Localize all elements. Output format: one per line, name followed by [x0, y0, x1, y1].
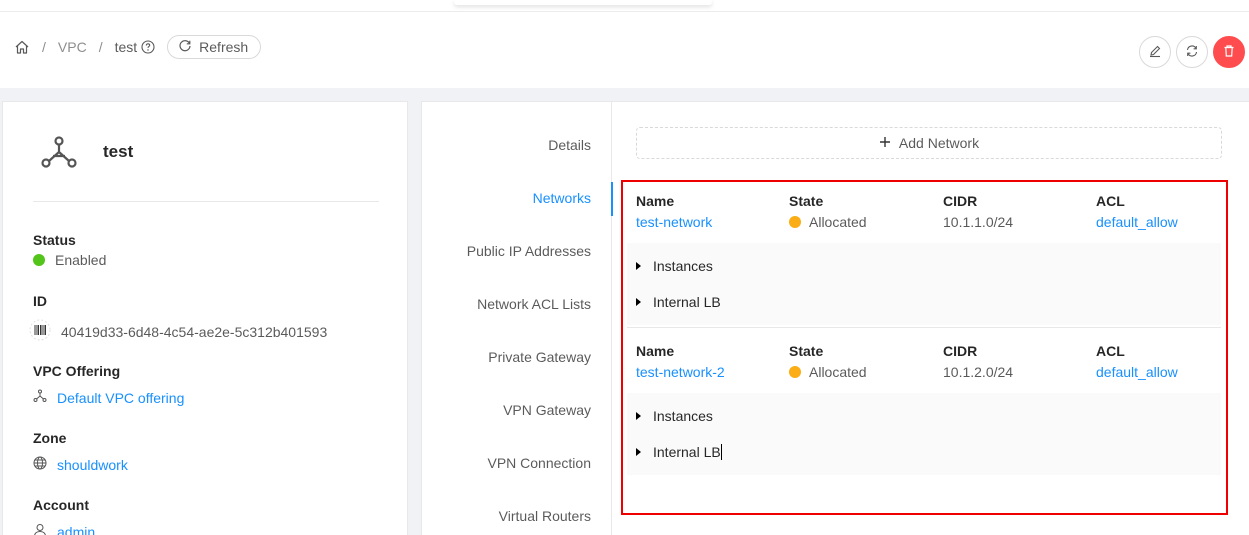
active-tab-indicator	[611, 182, 613, 216]
tab-details[interactable]: Details	[548, 137, 591, 153]
delete-icon	[1222, 44, 1236, 61]
tab-public-ip-addresses[interactable]: Public IP Addresses	[467, 243, 591, 259]
account-link[interactable]: admin	[57, 524, 95, 535]
vertical-tabs: Details Networks Public IP Addresses Net…	[422, 102, 613, 535]
tab-vpn-connection[interactable]: VPN Connection	[487, 455, 591, 471]
top-popup	[454, 0, 712, 5]
tab-private-gateway[interactable]: Private Gateway	[488, 349, 591, 365]
account-label: Account	[33, 497, 89, 513]
edit-icon	[1148, 44, 1162, 61]
plus-icon	[879, 135, 891, 151]
status-dot	[33, 254, 45, 266]
refresh-button[interactable]: Refresh	[167, 35, 262, 59]
edit-button[interactable]	[1139, 36, 1171, 68]
vpc-name: test	[103, 142, 134, 161]
zone-label: Zone	[33, 430, 67, 446]
sync-icon	[1185, 44, 1199, 61]
tab-networks[interactable]: Networks	[533, 190, 591, 206]
add-network-button[interactable]: Add Network	[636, 127, 1222, 159]
status-text: Enabled	[55, 252, 107, 268]
user-icon	[33, 523, 47, 535]
tab-virtual-routers[interactable]: Virtual Routers	[499, 508, 591, 524]
home-icon[interactable]	[14, 39, 30, 55]
question-circle-icon[interactable]	[141, 40, 155, 54]
tab-vpn-gateway[interactable]: VPN Gateway	[503, 402, 591, 418]
breadcrumb-separator: /	[98, 39, 103, 55]
page-header: / VPC / test Refresh	[0, 12, 1249, 88]
reload-icon	[178, 39, 192, 56]
breadcrumb: / VPC / test Refresh	[14, 35, 262, 59]
vpc-info-card: test Status Enabled ID 40419d33-6d48-4c5…	[2, 101, 408, 535]
delete-button[interactable]	[1213, 36, 1245, 68]
divider	[33, 201, 379, 202]
id-value: 40419d33-6d48-4c54-ae2e-5c312b401593	[29, 319, 327, 344]
breadcrumb-separator: /	[42, 39, 46, 55]
vpc-offering-link[interactable]: Default VPC offering	[57, 390, 184, 406]
account-value: admin	[33, 523, 95, 535]
vpc-offering-label: VPC Offering	[33, 363, 121, 379]
zone-link[interactable]: shouldwork	[57, 457, 128, 473]
global-icon	[33, 456, 47, 473]
add-network-label: Add Network	[898, 135, 980, 151]
deployment-unit-icon	[33, 389, 47, 406]
sync-button[interactable]	[1176, 36, 1208, 68]
deployment-unit-icon	[39, 135, 79, 171]
breadcrumb-current: test	[114, 39, 138, 55]
tab-network-acl-lists[interactable]: Network ACL Lists	[477, 296, 591, 312]
status-value: Enabled	[33, 252, 106, 268]
highlight-annotation-box	[621, 180, 1228, 515]
status-label: Status	[33, 232, 76, 248]
refresh-label: Refresh	[199, 39, 249, 55]
id-label: ID	[33, 293, 47, 309]
id-text: 40419d33-6d48-4c54-ae2e-5c312b401593	[61, 323, 328, 340]
breadcrumb-vpc[interactable]: VPC	[58, 39, 87, 55]
vpc-offering-value: Default VPC offering	[33, 389, 184, 406]
zone-value: shouldwork	[33, 456, 128, 473]
barcode-icon[interactable]	[29, 319, 51, 344]
